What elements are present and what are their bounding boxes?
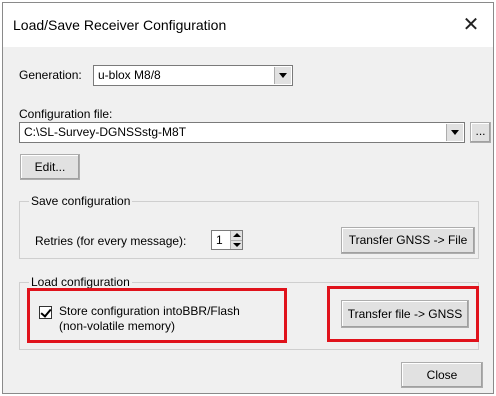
chevron-down-icon[interactable] <box>274 67 291 84</box>
generation-label: Generation: <box>19 68 82 82</box>
transfer-gnss-to-file-label: Transfer GNSS -> File <box>348 233 468 247</box>
save-group-label: Save configuration <box>29 194 133 208</box>
generation-select[interactable]: u-blox M8/8 <box>93 65 293 86</box>
stepper-arrows[interactable] <box>230 231 242 249</box>
browse-button[interactable]: ... <box>470 122 491 143</box>
config-file-label: Configuration file: <box>19 107 113 121</box>
retries-stepper[interactable]: 1 <box>211 230 243 250</box>
retries-label: Retries (for every message): <box>35 234 187 248</box>
edit-label: Edit... <box>34 160 66 174</box>
retries-value: 1 <box>216 233 223 247</box>
close-icon[interactable]: ✕ <box>457 11 485 39</box>
close-button[interactable]: Close <box>401 362 483 388</box>
transfer-gnss-to-file-button[interactable]: Transfer GNSS -> File <box>341 227 475 254</box>
browse-label: ... <box>475 124 486 138</box>
generation-value: u-blox M8/8 <box>98 68 161 82</box>
transfer-file-to-gnss-label: Transfer file -> GNSS <box>347 307 463 321</box>
load-group-label: Load configuration <box>29 275 132 289</box>
config-file-value: C:\SL-Survey-DGNSSstg-M8T <box>24 125 187 139</box>
window-title: Load/Save Receiver Configuration <box>13 17 227 33</box>
store-label-line1: Store configuration intoBBR/Flash <box>59 304 240 318</box>
store-label-line2: (non-volatile memory) <box>59 319 176 333</box>
dialog-window: Load/Save Receiver Configuration ✕ Gener… <box>2 2 494 394</box>
store-checkbox[interactable] <box>39 306 52 319</box>
transfer-file-to-gnss-button[interactable]: Transfer file -> GNSS <box>341 300 469 328</box>
title-bar: Load/Save Receiver Configuration ✕ <box>3 3 493 47</box>
edit-button[interactable]: Edit... <box>20 154 80 180</box>
chevron-down-icon[interactable] <box>446 124 463 141</box>
close-label: Close <box>426 368 458 382</box>
config-file-select[interactable]: C:\SL-Survey-DGNSSstg-M8T <box>19 122 465 143</box>
